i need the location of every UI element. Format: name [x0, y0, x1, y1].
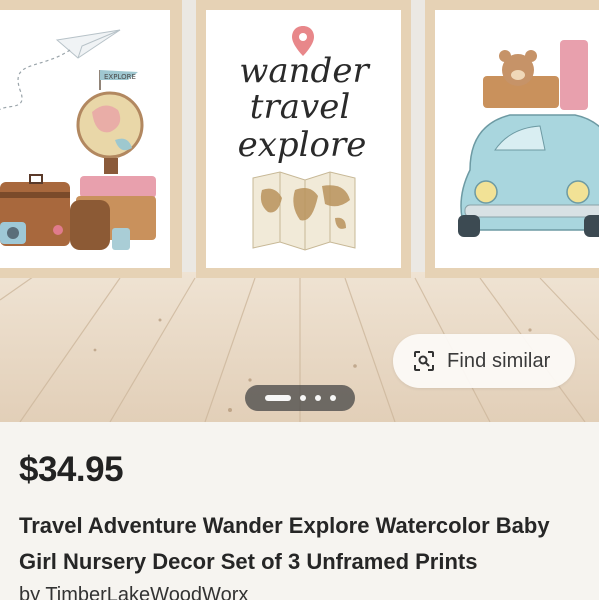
pager-dot[interactable] [314, 395, 321, 401]
seller-link[interactable]: by TimberLakeWoodWorx [19, 584, 248, 600]
find-similar-label: Find similar [447, 349, 551, 372]
pager-dot-active[interactable] [264, 395, 291, 401]
pager-dot[interactable] [329, 395, 336, 401]
listing-title: Travel Adventure Wander Explore Watercol… [19, 513, 550, 574]
image-pager[interactable] [245, 385, 355, 411]
globe-flag-text: EXPLORE [104, 73, 136, 81]
print-word-explore: explore [238, 125, 367, 165]
find-similar-button[interactable]: Find similar [393, 334, 575, 388]
product-image-carousel[interactable]: EXPLORE wander travel explore Find simil… [0, 0, 599, 422]
scan-search-icon [414, 351, 434, 371]
pager-dot[interactable] [299, 395, 306, 401]
print-word-travel: travel [250, 87, 350, 127]
listing-price: $34.95 [19, 450, 124, 489]
print-word-wander: wander [239, 51, 370, 91]
